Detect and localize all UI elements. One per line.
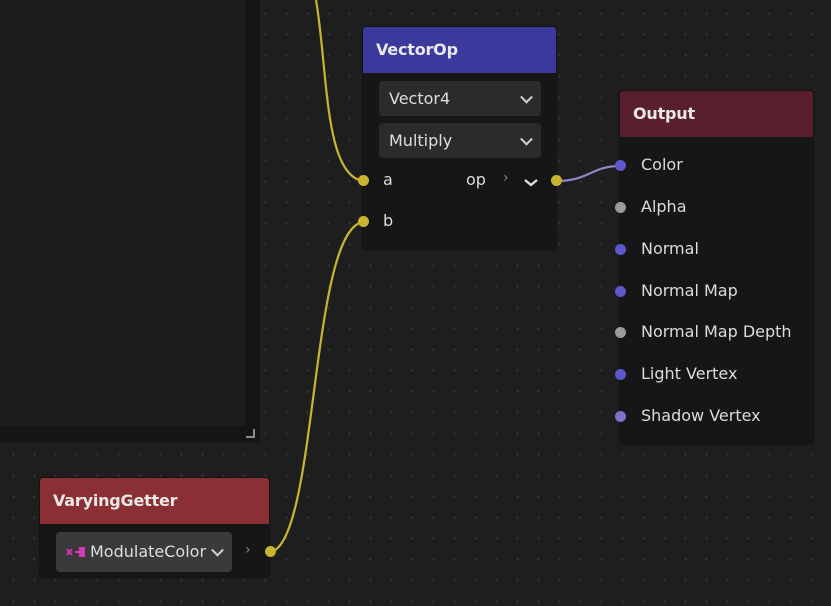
- expand-toggle-icon[interactable]: [524, 178, 538, 188]
- wire-offscreen-to-a: [314, 0, 364, 183]
- port-light-vertex[interactable]: [615, 369, 626, 380]
- vector-op-header[interactable]: VectorOp: [363, 27, 556, 73]
- port-label-normal-map: Normal Map: [641, 281, 738, 300]
- wire-varying-to-b: [270, 220, 364, 554]
- vector-op-title: VectorOp: [376, 40, 458, 59]
- resize-handle[interactable]: [246, 429, 255, 438]
- chevron-right-icon: ›: [245, 542, 251, 558]
- port-shadow-vertex[interactable]: [615, 411, 626, 422]
- varying-select[interactable]: ModulateColor: [56, 532, 232, 572]
- output-port-op[interactable]: [551, 175, 562, 186]
- chevron-down-icon: [211, 543, 224, 557]
- varying-value: ModulateColor: [90, 542, 207, 561]
- chevron-down-icon: [520, 90, 533, 104]
- varying-icon: [66, 547, 85, 557]
- graph-canvas[interactable]: VectorOp Vector4 Multiply a b op › Outpu…: [0, 0, 831, 606]
- output-node[interactable]: Output: [620, 91, 813, 444]
- input-port-a[interactable]: [358, 175, 369, 186]
- port-normal-map-depth[interactable]: [615, 327, 626, 338]
- port-label-normal-map-depth: Normal Map Depth: [641, 322, 792, 341]
- output-header[interactable]: Output: [620, 91, 813, 137]
- varying-getter-header[interactable]: VaryingGetter: [40, 478, 269, 524]
- comment-frame-body: [0, 0, 246, 426]
- port-label-shadow-vertex: Shadow Vertex: [641, 406, 761, 425]
- port-label-alpha: Alpha: [641, 197, 687, 216]
- port-color[interactable]: [615, 160, 626, 171]
- port-normal[interactable]: [615, 244, 626, 255]
- output-label-op: op: [466, 170, 486, 189]
- operation-select[interactable]: Multiply: [379, 123, 541, 158]
- comment-frame[interactable]: [0, 0, 260, 442]
- input-label-b: b: [383, 211, 394, 230]
- wire-op-to-color: [556, 164, 621, 183]
- input-port-b[interactable]: [358, 216, 369, 227]
- output-title: Output: [633, 104, 695, 123]
- port-label-color: Color: [641, 155, 683, 174]
- output-port-modulate-color[interactable]: [265, 546, 276, 557]
- chevron-right-icon: ›: [503, 170, 509, 186]
- vector-type-value: Vector4: [389, 89, 451, 108]
- varying-getter-title: VaryingGetter: [53, 491, 178, 510]
- port-label-normal: Normal: [641, 239, 699, 258]
- port-label-light-vertex: Light Vertex: [641, 364, 738, 383]
- port-normal-map[interactable]: [615, 286, 626, 297]
- port-alpha[interactable]: [615, 202, 626, 213]
- chevron-down-icon: [520, 132, 533, 146]
- input-label-a: a: [383, 170, 393, 189]
- vector-type-select[interactable]: Vector4: [379, 81, 541, 116]
- operation-value: Multiply: [389, 131, 453, 150]
